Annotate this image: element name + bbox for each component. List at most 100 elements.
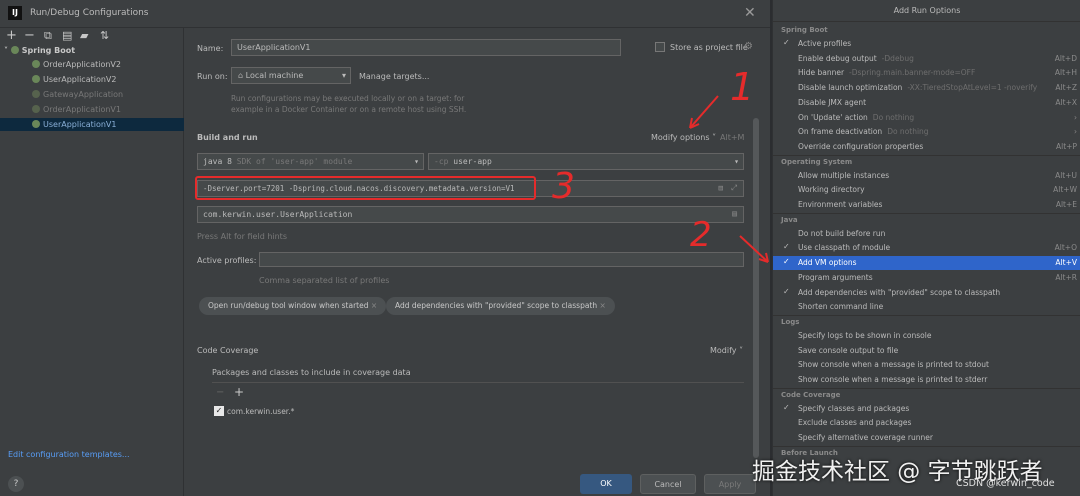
menu-item[interactable]: ✓ Use classpath of module Alt+O bbox=[773, 241, 1080, 255]
field-hint: Press Alt for field hints bbox=[197, 232, 287, 241]
run-on-hint-2: example in a Docker Container or on a re… bbox=[231, 105, 467, 114]
menu-item[interactable]: Hide banner -Dspring.main.banner-mode=OFF… bbox=[773, 66, 1080, 80]
name-label: Name: bbox=[197, 44, 224, 53]
menu-item[interactable]: Allow multiple instances Alt+U bbox=[773, 169, 1080, 183]
chip-open-tool-window[interactable]: Open run/debug tool window when started … bbox=[199, 297, 387, 315]
menu-section-header: Java bbox=[781, 215, 798, 224]
copy-icon[interactable]: ⧉ bbox=[44, 29, 52, 43]
remove-icon[interactable]: − bbox=[24, 28, 35, 43]
menu-item[interactable]: Show console when a message is printed t… bbox=[773, 373, 1080, 387]
tree-item-userapplicationv1[interactable]: UserApplicationV1 bbox=[32, 120, 117, 129]
menu-item[interactable]: Do not build before run bbox=[773, 227, 1080, 241]
active-profiles-field[interactable] bbox=[259, 252, 744, 267]
package-checkbox[interactable]: ✓ bbox=[214, 406, 224, 416]
file-icon[interactable]: ▤ bbox=[732, 209, 737, 218]
modify-options-link[interactable]: Modify options ˅ bbox=[651, 133, 716, 142]
menu-item[interactable]: Specify alternative coverage runner bbox=[773, 431, 1080, 445]
menu-item[interactable]: Disable JMX agent Alt+X bbox=[773, 96, 1080, 110]
add-run-options-popup: Add Run Options Spring Boot ✓ Active profi… bbox=[772, 0, 1080, 496]
remove-icon[interactable]: − bbox=[216, 387, 224, 398]
run-debug-dialog: IJ Run/Debug Configurations ✕ + − ⧉ ▤ ▰ … bbox=[0, 0, 770, 496]
help-button[interactable]: ? bbox=[8, 476, 24, 492]
tree-item-orderapplicationv2[interactable]: OrderApplicationV2 bbox=[32, 60, 121, 69]
jdk-select[interactable]: java 8 SDK of 'user-app' module ▾ bbox=[197, 153, 424, 170]
menu-item[interactable]: Shorten command line bbox=[773, 300, 1080, 314]
folder-icon[interactable]: ▰ bbox=[80, 29, 88, 42]
add-icon[interactable]: + bbox=[6, 28, 17, 43]
menu-separator bbox=[773, 314, 1080, 316]
menu-item[interactable]: Disable launch optimization -XX:TieredSto… bbox=[773, 81, 1080, 95]
build-run-label: Build and run bbox=[197, 133, 258, 142]
spring-boot-icon bbox=[10, 46, 19, 54]
menu-item[interactable]: ✓ Specify classes and packages bbox=[773, 402, 1080, 416]
menu-item[interactable]: ✓ Add VM options Alt+V bbox=[773, 256, 1080, 271]
tree-group-spring-boot[interactable]: ˅ Spring Boot bbox=[4, 46, 75, 55]
menu-separator bbox=[773, 154, 1080, 156]
run-on-select[interactable]: ⌂ Local machine ▾ bbox=[231, 67, 351, 84]
menu-item[interactable]: Environment variables Alt+E bbox=[773, 198, 1080, 212]
edit-templates-link[interactable]: Edit configuration templates... bbox=[8, 450, 130, 459]
chip-provided-scope[interactable]: Add dependencies with "provided" scope t… bbox=[386, 297, 615, 315]
menu-item[interactable]: Save console output to file bbox=[773, 344, 1080, 358]
spring-boot-icon bbox=[32, 90, 40, 98]
menu-item[interactable]: Show console when a message is printed t… bbox=[773, 358, 1080, 372]
menu-item[interactable]: Program arguments Alt+R bbox=[773, 271, 1080, 285]
close-icon[interactable]: ✕ bbox=[744, 5, 756, 21]
menu-item[interactable]: Exclude classes and packages bbox=[773, 416, 1080, 430]
ok-button[interactable]: OK bbox=[580, 474, 632, 494]
chevron-down-icon: ˅ bbox=[4, 46, 8, 55]
add-package-icon[interactable]: + bbox=[234, 385, 244, 399]
tree-item-orderapplicationv1[interactable]: OrderApplicationV1 bbox=[32, 105, 121, 114]
manage-targets-link[interactable]: Manage targets... bbox=[359, 72, 429, 81]
menu-item[interactable]: ✓ Add dependencies with "provided" scope … bbox=[773, 286, 1080, 300]
menu-item[interactable]: Working directory Alt+W bbox=[773, 183, 1080, 197]
menu-section-header: Operating System bbox=[781, 157, 853, 166]
home-icon: ⌂ bbox=[238, 71, 244, 80]
tree-item-userapplicationv2[interactable]: UserApplicationV2 bbox=[32, 75, 117, 84]
file-icon[interactable]: ▤ bbox=[718, 183, 723, 192]
main-class-field[interactable]: com.kerwin.user.UserApplication ▤ bbox=[197, 206, 744, 223]
chevron-down-icon: ▾ bbox=[734, 157, 739, 166]
run-on-hint-1: Run configurations may be executed local… bbox=[231, 94, 465, 103]
check-icon: ✓ bbox=[783, 242, 790, 252]
menu-item[interactable]: Enable debug output -Ddebug Alt+D bbox=[773, 52, 1080, 66]
run-on-label: Run on: bbox=[197, 72, 228, 81]
expand-icon[interactable]: ⤢ bbox=[731, 183, 737, 193]
package-item: com.kerwin.user.* bbox=[227, 407, 295, 416]
form-scrollbar[interactable] bbox=[753, 118, 759, 458]
close-icon[interactable]: × bbox=[600, 301, 606, 310]
store-label: Store as project file bbox=[670, 43, 748, 52]
menu-item[interactable]: Override configuration properties Alt+P bbox=[773, 140, 1080, 154]
classpath-module-select[interactable]: -cp user-app ▾ bbox=[428, 153, 744, 170]
dialog-title: Run/Debug Configurations bbox=[30, 8, 149, 18]
gear-icon[interactable]: ⚙ bbox=[744, 41, 753, 52]
chevron-right-icon: › bbox=[1074, 127, 1077, 137]
check-icon: ✓ bbox=[783, 286, 790, 296]
menu-item[interactable]: ✓ Active profiles bbox=[773, 37, 1080, 51]
close-icon[interactable]: × bbox=[371, 301, 377, 310]
chevron-down-icon: ▾ bbox=[341, 71, 346, 80]
sort-icon[interactable]: ⇅ bbox=[100, 29, 109, 42]
spring-boot-icon bbox=[32, 75, 40, 83]
apply-button[interactable]: Apply bbox=[704, 474, 756, 494]
vm-options-field[interactable]: -Dserver.port=7201 -Dspring.cloud.nacos.… bbox=[197, 180, 744, 197]
menu-item[interactable]: On 'Update' action Do nothing › bbox=[773, 111, 1080, 125]
csdn-watermark: CSDN @kerwin_code bbox=[956, 478, 1055, 489]
spring-boot-icon bbox=[32, 120, 40, 128]
menu-item[interactable]: On frame deactivation Do nothing › bbox=[773, 125, 1080, 139]
name-field[interactable]: UserApplicationV1 bbox=[231, 39, 621, 56]
menu-separator bbox=[773, 445, 1080, 447]
tree-item-gatewayapplication[interactable]: GatewayApplication bbox=[32, 90, 123, 99]
coverage-modify-link[interactable]: Modify ˅ bbox=[710, 346, 743, 355]
menu-item[interactable]: Specify logs to be shown in console bbox=[773, 329, 1080, 343]
dialog-titlebar: IJ Run/Debug Configurations ✕ bbox=[0, 0, 770, 28]
popup-title: Add Run Options bbox=[773, 0, 1080, 22]
menu-separator bbox=[773, 212, 1080, 214]
check-icon: ✓ bbox=[783, 38, 790, 47]
menu-section-header: Code Coverage bbox=[781, 390, 841, 399]
chevron-right-icon: › bbox=[1074, 112, 1077, 122]
save-icon[interactable]: ▤ bbox=[62, 29, 72, 42]
spring-boot-icon bbox=[32, 105, 40, 113]
cancel-button[interactable]: Cancel bbox=[640, 474, 696, 494]
store-checkbox[interactable] bbox=[655, 42, 665, 52]
